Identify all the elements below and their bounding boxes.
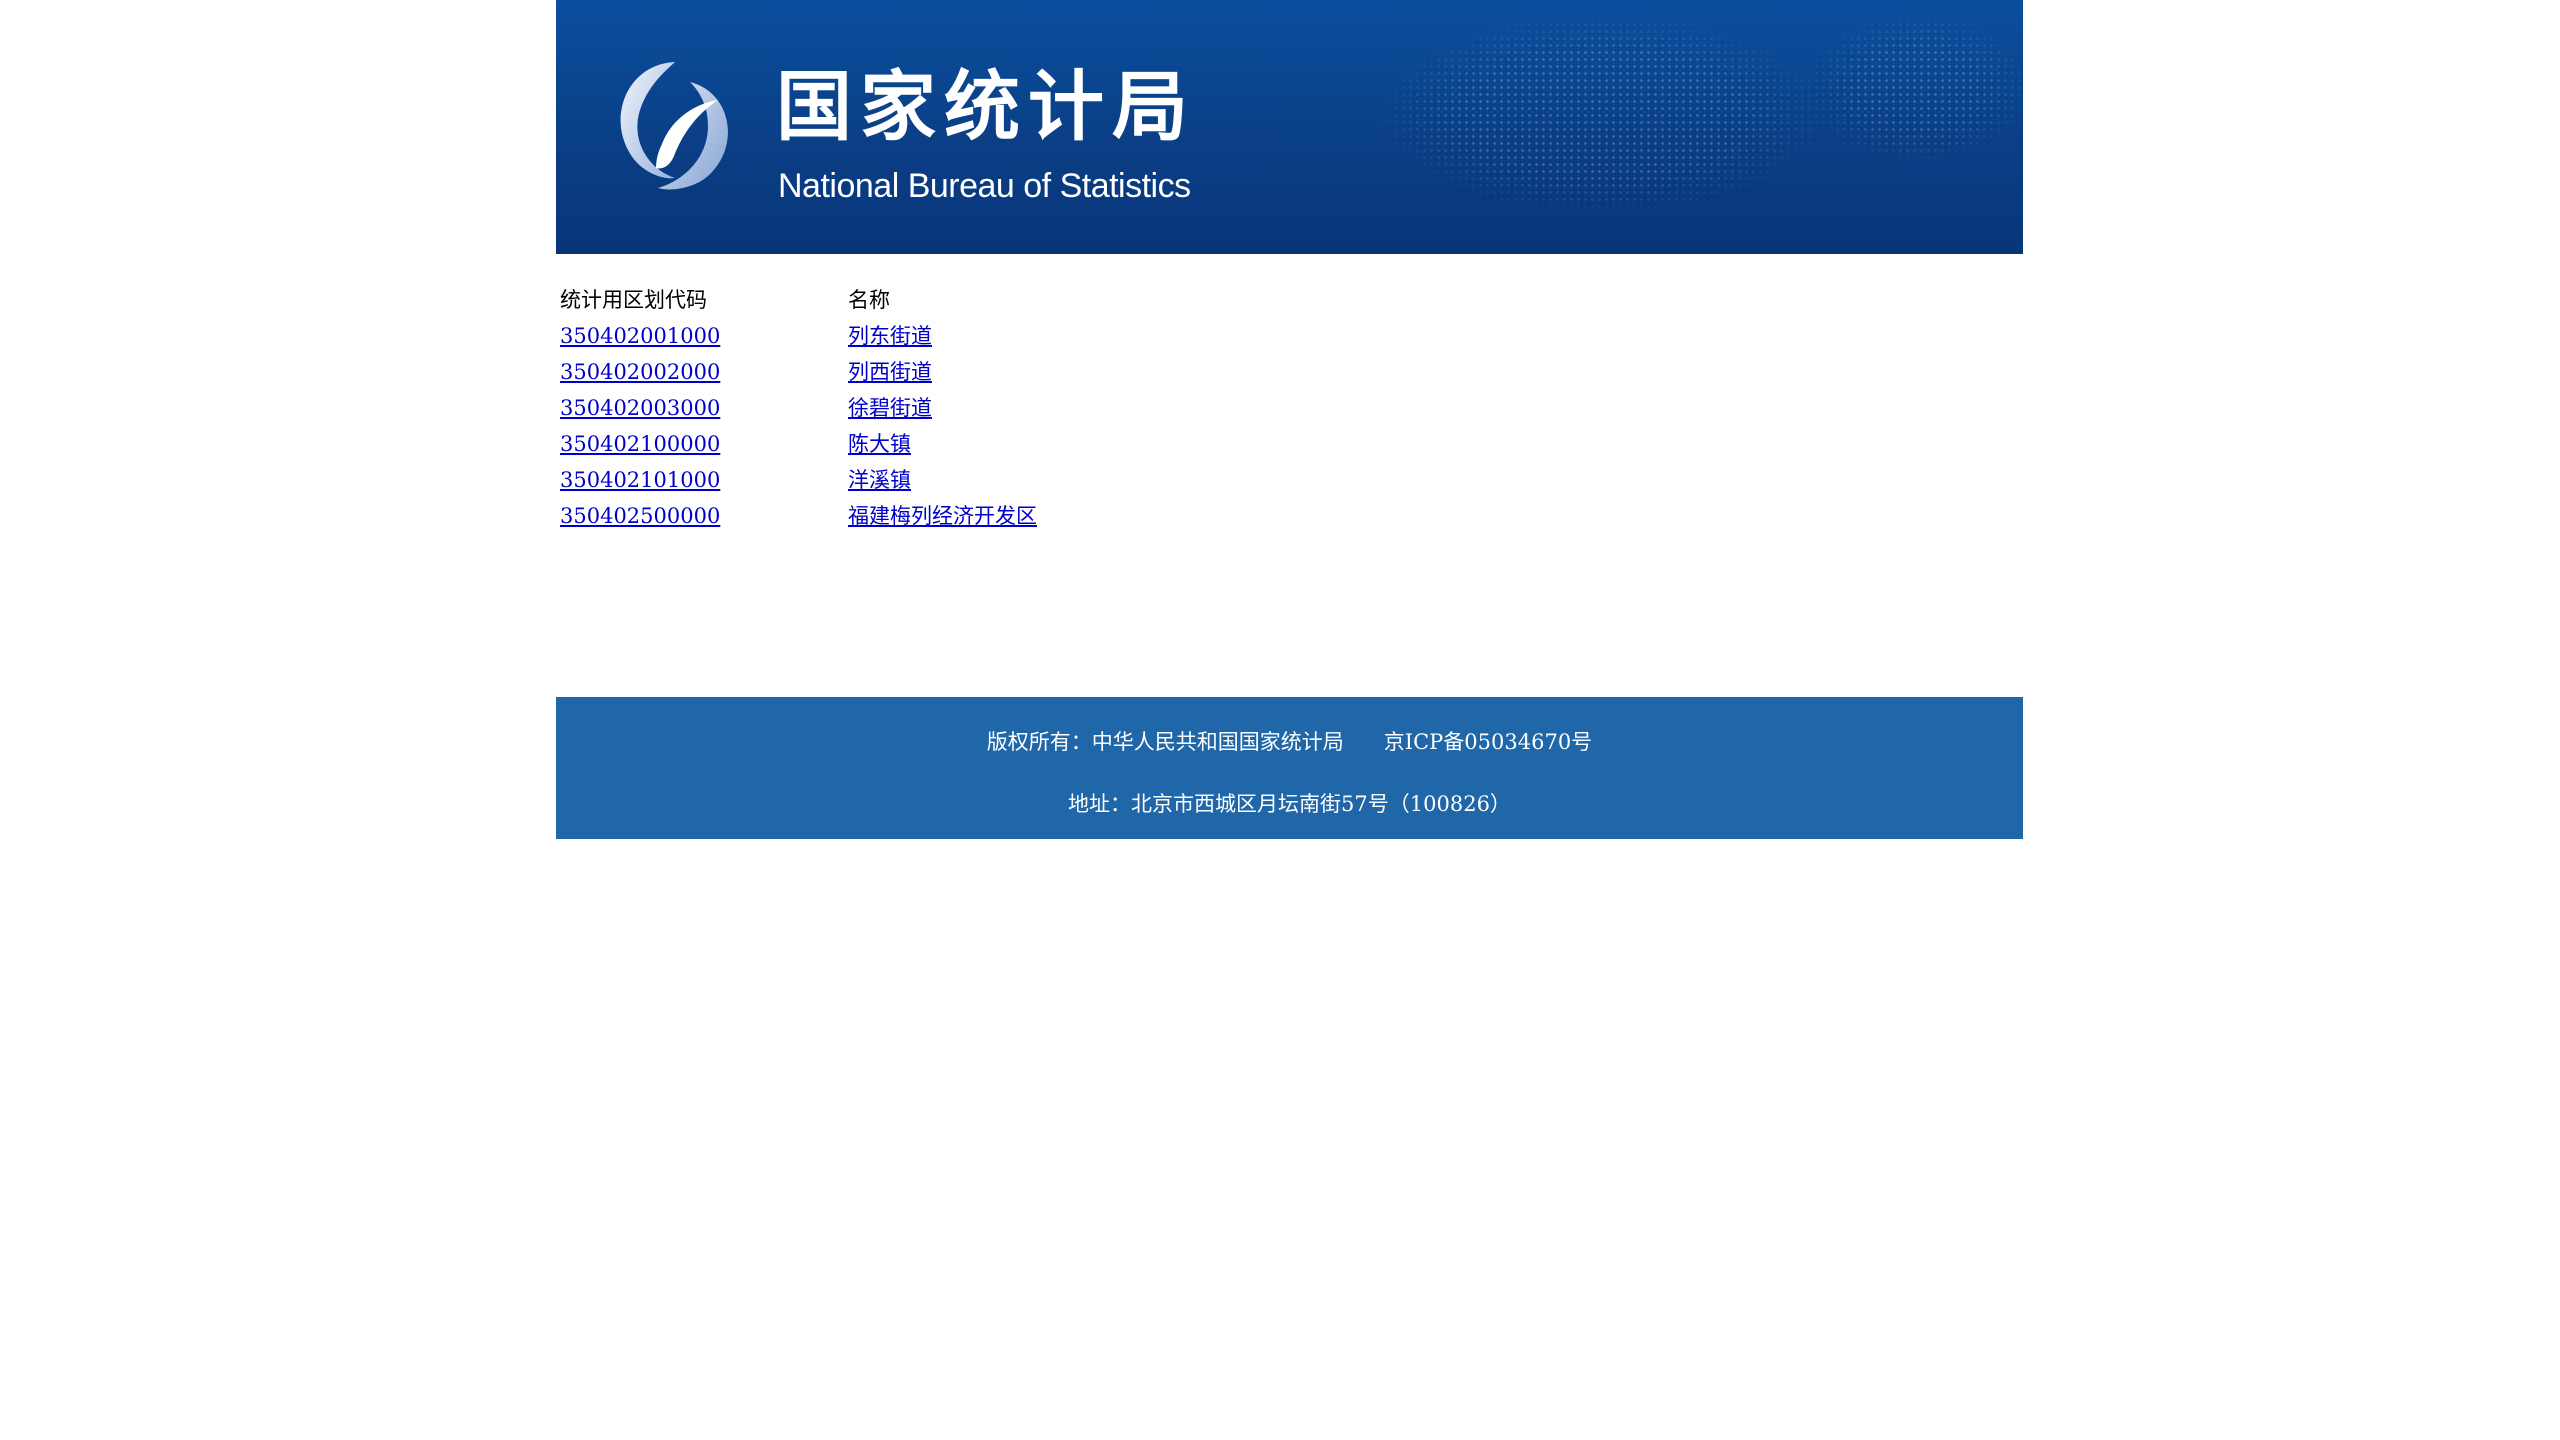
name-link[interactable]: 洋溪镇 — [848, 468, 911, 492]
icp-text: 京ICP备05034670号 — [1383, 730, 1593, 754]
site-title-en: National Bureau of Statistics — [778, 167, 1191, 205]
code-link[interactable]: 350402002000 — [560, 360, 720, 384]
name-link[interactable]: 徐碧街道 — [848, 396, 932, 420]
code-link[interactable]: 350402003000 — [560, 396, 720, 420]
site-title-cn: 国家统计局 — [776, 62, 1196, 151]
footer-address: 地址：北京市西城区月坛南街57号（100826） — [1068, 792, 1511, 816]
name-link[interactable]: 列西街道 — [848, 360, 932, 384]
name-link[interactable]: 福建梅列经济开发区 — [848, 504, 1037, 528]
footer-line-copyright: 版权所有：中华人民共和国国家统计局 京ICP备05034670号 — [556, 727, 2023, 757]
table-row: 350402100000 陈大镇 — [556, 426, 1252, 462]
code-link[interactable]: 350402001000 — [560, 324, 720, 348]
table-row: 350402002000 列西街道 — [556, 354, 1252, 390]
name-link[interactable]: 列东街道 — [848, 324, 932, 348]
table-row: 350402001000 列东街道 — [556, 318, 1252, 354]
footer: 版权所有：中华人民共和国国家统计局 京ICP备05034670号 地址：北京市西城… — [556, 697, 2023, 839]
code-link[interactable]: 350402100000 — [560, 432, 720, 456]
code-link[interactable]: 350402500000 — [560, 504, 720, 528]
name-link[interactable]: 陈大镇 — [848, 432, 911, 456]
table-row: 350402500000 福建梅列经济开发区 — [556, 498, 1252, 534]
page: 国家统计局 National Bureau of Statistics 统计用区… — [0, 0, 2560, 1440]
table-row: 350402003000 徐碧街道 — [556, 390, 1252, 426]
nbs-logo-icon — [620, 62, 728, 190]
world-map-graphic — [1323, 0, 2023, 254]
copyright-text: 版权所有：中华人民共和国国家统计局 — [986, 730, 1344, 754]
column-header-name: 名称 — [848, 288, 890, 312]
column-header-code: 统计用区划代码 — [560, 288, 707, 312]
code-link[interactable]: 350402101000 — [560, 468, 720, 492]
table-row: 350402101000 洋溪镇 — [556, 462, 1252, 498]
table-header-row: 统计用区划代码 名称 — [556, 282, 1252, 318]
division-table: 统计用区划代码 名称 350402001000 列东街道 35040200200… — [556, 282, 1252, 534]
division-table-container: 统计用区划代码 名称 350402001000 列东街道 35040200200… — [556, 282, 1252, 534]
header-banner: 国家统计局 National Bureau of Statistics — [556, 0, 2023, 254]
